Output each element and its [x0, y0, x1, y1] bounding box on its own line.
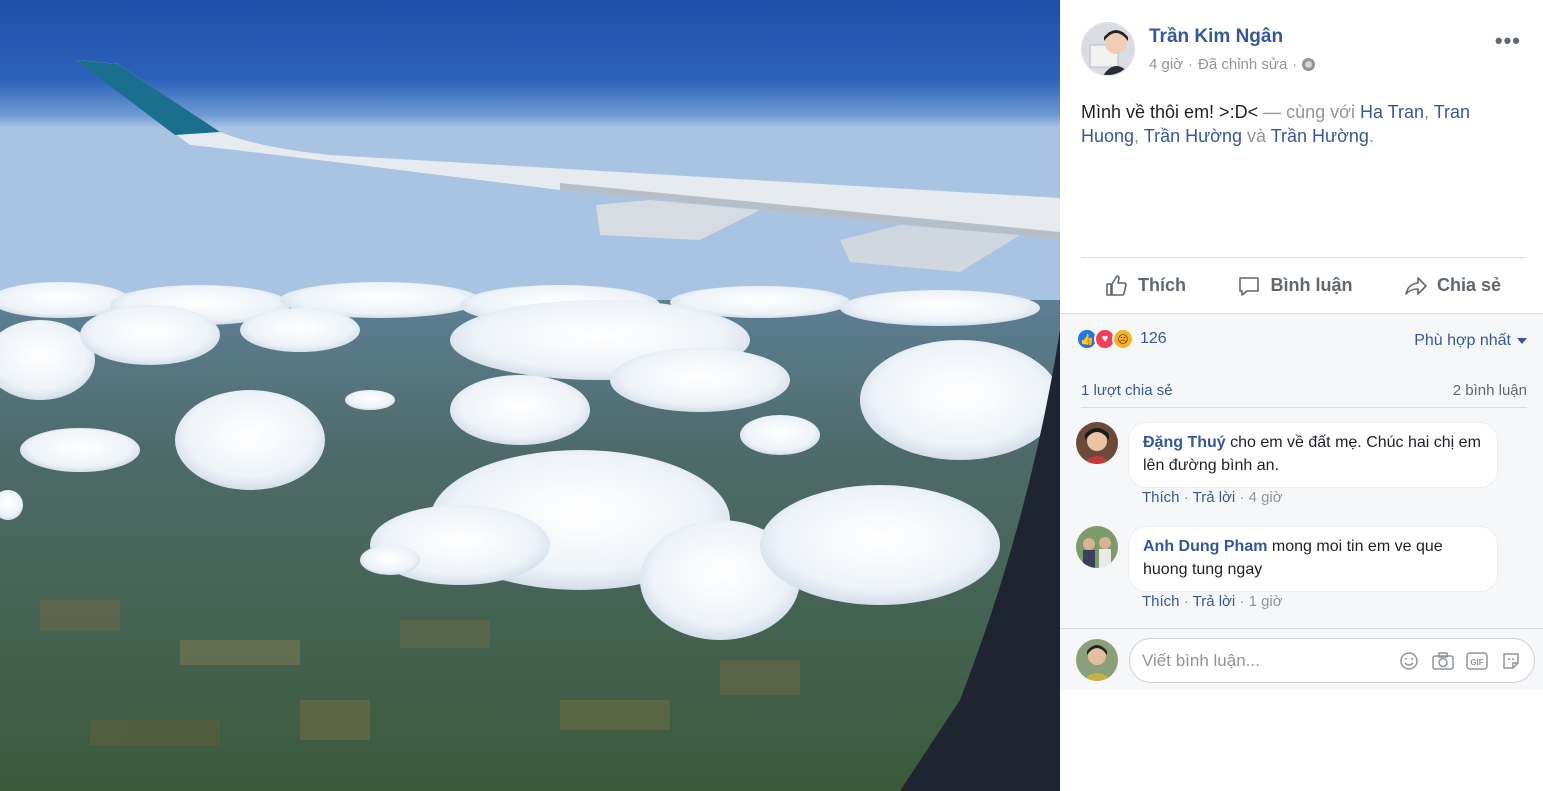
commenter-avatar-image	[1076, 526, 1118, 568]
like-label: Thích	[1138, 275, 1186, 295]
post-meta: 4 giờ · Đã chỉnh sửa ·	[1149, 56, 1316, 73]
more-options-icon[interactable]: •••	[1495, 28, 1521, 54]
comment-input[interactable]: Viết bình luận... GIF	[1129, 638, 1535, 683]
post-header: Trần Kim Ngân 4 giờ · Đã chỉnh sửa · •••	[1081, 22, 1543, 82]
comment-count[interactable]: 2 bình luận	[1453, 382, 1527, 399]
and-word: và	[1246, 126, 1266, 146]
post-actions-bar: Thích Bình luận Chia sẻ	[1081, 257, 1525, 313]
comment-like-link[interactable]: Thích	[1142, 489, 1180, 506]
author-name[interactable]: Trần Kim Ngân	[1149, 26, 1283, 48]
author-avatar-image	[1082, 23, 1134, 75]
comment-reply-link[interactable]: Trả lời	[1193, 593, 1236, 610]
share-count[interactable]: 1 lượt chia sẻ	[1081, 382, 1173, 399]
post-time[interactable]: 4 giờ	[1149, 56, 1183, 73]
comment-label: Bình luận	[1270, 275, 1353, 295]
airplane-window-view-image	[0, 0, 1060, 791]
sad-reaction-icon: ☹	[1112, 328, 1134, 350]
comment-bubble: Đặng Thuý cho em về đất mẹ. Chúc hai chị…	[1128, 422, 1498, 488]
comment-time[interactable]: 1 giờ	[1249, 593, 1283, 610]
post-message: Mình về thôi em! >:D< — cùng với Ha Tran…	[1081, 102, 1471, 146]
edited-label[interactable]: Đã chỉnh sửa	[1198, 56, 1287, 73]
comment-actions: Thích · Trả lời · 1 giờ	[1142, 593, 1283, 610]
share-icon	[1405, 276, 1427, 295]
commenter-avatar[interactable]	[1076, 526, 1118, 568]
comment-bubble: Anh Dung Pham mong moi tin em ve que huo…	[1128, 526, 1498, 592]
meta-separator: ·	[1188, 56, 1194, 73]
post-stats: 1 lượt chia sẻ 2 bình luận	[1081, 374, 1527, 408]
tagged-person[interactable]: Ha Tran	[1360, 102, 1424, 122]
post-text: Mình về thôi em! >:D<	[1081, 102, 1259, 122]
comment-composer: Viết bình luận... GIF	[1060, 628, 1543, 690]
author-avatar[interactable]	[1081, 22, 1135, 76]
thumbs-up-icon	[1106, 274, 1127, 296]
comment-reply-link[interactable]: Trả lời	[1193, 489, 1236, 506]
camera-icon[interactable]	[1432, 650, 1454, 672]
share-button[interactable]: Chia sẻ	[1404, 274, 1501, 298]
comment-sort-dropdown[interactable]: Phù hợp nhất	[1414, 332, 1527, 350]
emoji-icon[interactable]	[1398, 650, 1420, 672]
post-panel: Trần Kim Ngân 4 giờ · Đã chỉnh sửa · •••…	[1060, 0, 1543, 791]
current-user-avatar[interactable]	[1076, 639, 1118, 681]
tagged-person[interactable]: Trần Hường	[1271, 126, 1369, 146]
commenter-avatar-image	[1076, 422, 1118, 464]
comment-actions: Thích · Trả lời · 4 giờ	[1142, 489, 1283, 506]
commenter-name[interactable]: Anh Dung Pham	[1143, 538, 1267, 555]
current-user-avatar-image	[1076, 639, 1118, 681]
comment-like-link[interactable]: Thích	[1142, 593, 1180, 610]
share-label: Chia sẻ	[1436, 275, 1501, 295]
caret-down-icon	[1517, 338, 1527, 344]
commenter-avatar[interactable]	[1076, 422, 1118, 464]
comment-time[interactable]: 4 giờ	[1249, 489, 1283, 506]
commenter-name[interactable]: Đặng Thuý	[1143, 434, 1226, 451]
sort-label: Phù hợp nhất	[1414, 332, 1511, 349]
composer-icons: GIF	[1398, 650, 1522, 672]
globe-icon[interactable]	[1302, 58, 1316, 71]
tagged-person[interactable]: Trần Hường	[1144, 126, 1242, 146]
svg-text:GIF: GIF	[1470, 658, 1483, 667]
like-button[interactable]: Thích	[1105, 274, 1186, 298]
gif-icon[interactable]: GIF	[1466, 650, 1488, 672]
reactions-summary[interactable]: 👍 ♥ ☹ 126	[1076, 328, 1167, 350]
comment-icon	[1239, 276, 1260, 296]
post-photo[interactable]	[0, 0, 1060, 791]
comment-input-placeholder: Viết bình luận...	[1142, 651, 1260, 670]
with-prefix: — cùng với	[1263, 102, 1355, 122]
meta-separator: ·	[1292, 56, 1298, 73]
reaction-count[interactable]: 126	[1140, 330, 1167, 348]
sticker-icon[interactable]	[1500, 650, 1522, 672]
comment-button[interactable]: Bình luận	[1237, 274, 1352, 298]
